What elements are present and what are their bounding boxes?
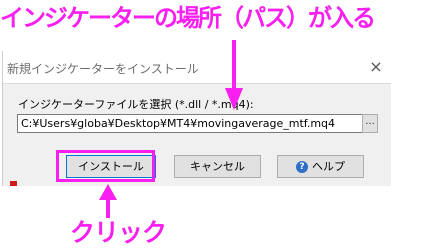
annotation-click-caption: クリック bbox=[70, 218, 167, 247]
arrow-to-install-button bbox=[99, 184, 117, 218]
annotation-arrows bbox=[99, 40, 243, 218]
arrow-to-path-field bbox=[225, 40, 243, 110]
